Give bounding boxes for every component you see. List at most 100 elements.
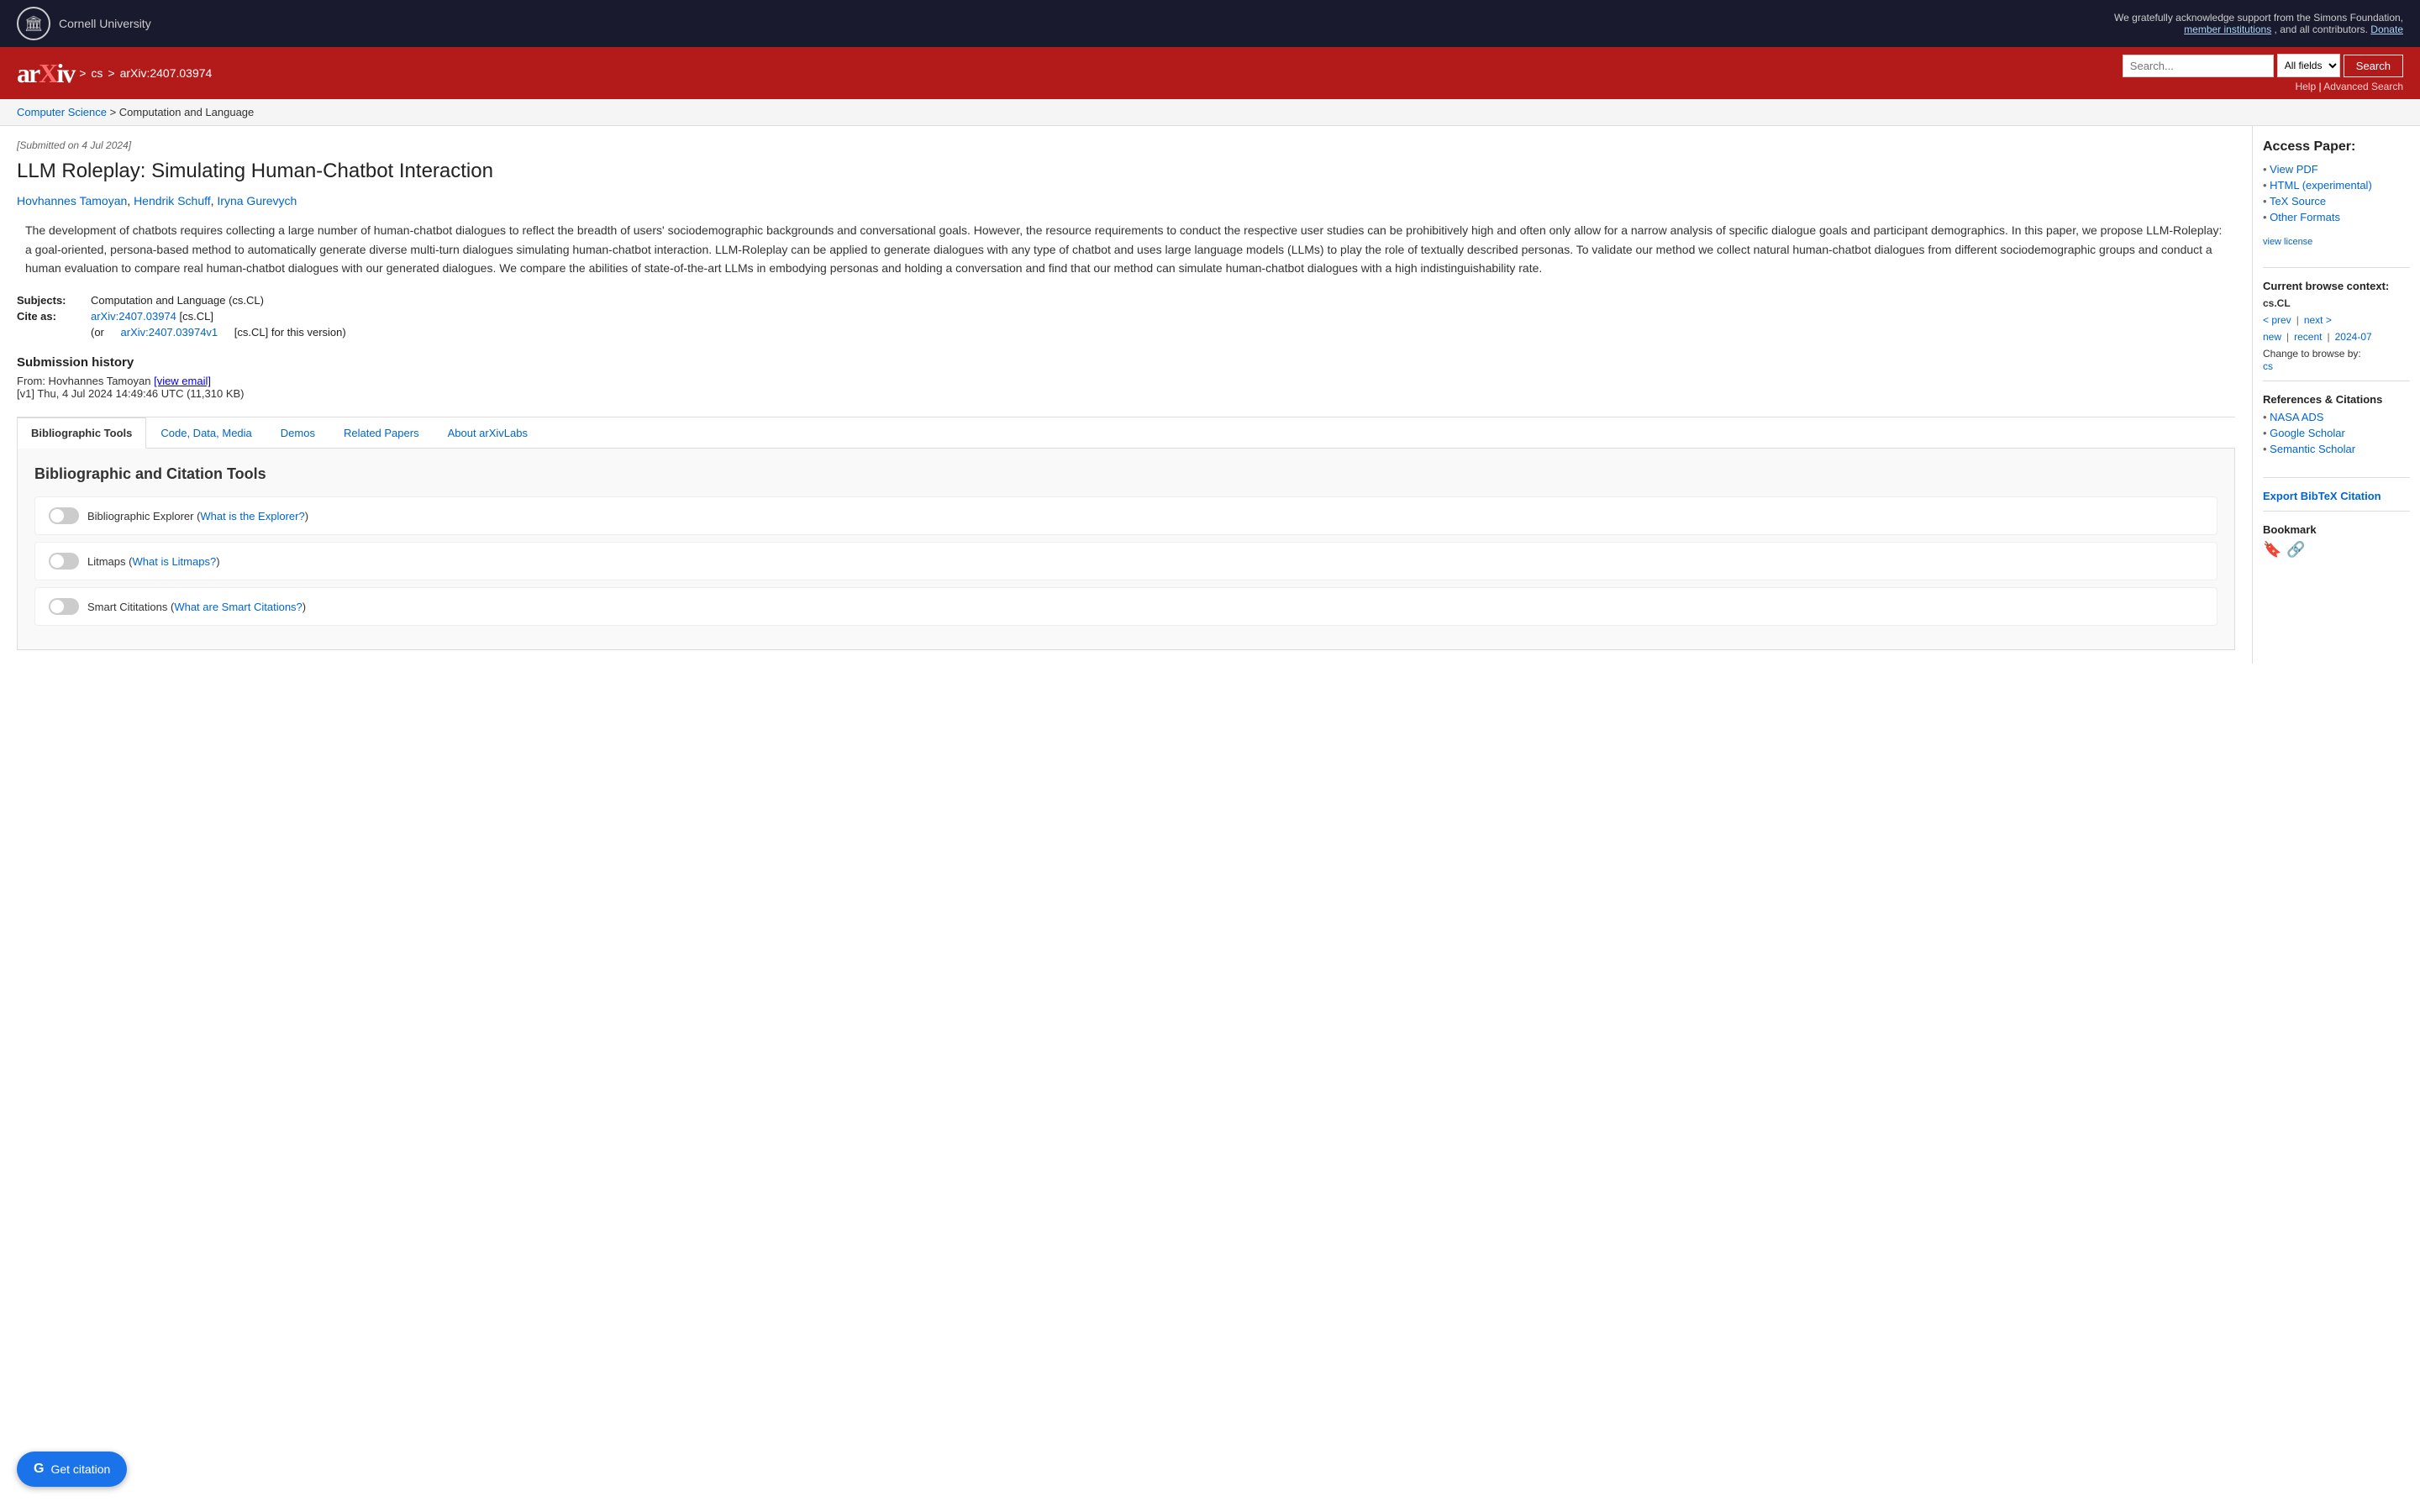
refs-citations-title: References & Citations — [2263, 393, 2410, 406]
header: arXiv > cs > arXiv:2407.03974 All fields… — [0, 47, 2420, 99]
abstract: The development of chatbots requires col… — [17, 221, 2235, 277]
subjects-row: Subjects: Computation and Language (cs.C… — [17, 294, 2235, 307]
cornell-logo-area: 🏛 Cornell University — [17, 7, 151, 40]
view-license-link[interactable]: view license — [2263, 237, 2410, 247]
tool-label-litmaps: Litmaps (What is Litmaps?) — [87, 555, 220, 568]
tab-demos[interactable]: Demos — [266, 417, 329, 448]
subjects-value: Computation and Language (cs.CL) — [91, 294, 264, 307]
donate-link[interactable]: Donate — [2370, 24, 2403, 35]
author-2[interactable]: Hendrik Schuff — [134, 194, 211, 207]
current-browse-title: Current browse context: — [2263, 280, 2410, 292]
tool-link-explorer[interactable]: What is the Explorer? — [200, 510, 304, 522]
tool-name-smart-citations: ititations — [128, 601, 168, 613]
tool-row-litmaps: Litmaps (What is Litmaps?) — [34, 542, 2217, 580]
view-pdf-link[interactable]: View PDF — [2270, 163, 2318, 176]
field-select[interactable]: All fields — [2277, 54, 2340, 77]
tab-about-arxivlabs[interactable]: About arXivLabs — [434, 417, 542, 448]
cite-as-id[interactable]: arXiv:2407.03974 — [91, 310, 176, 323]
toggle-litmaps[interactable] — [49, 553, 79, 570]
semantic-scholar-link[interactable]: Semantic Scholar — [2270, 443, 2355, 455]
submission-history-title: Submission history — [17, 355, 2235, 370]
cs-link[interactable]: cs — [2263, 360, 2273, 372]
nav-sep1: > — [79, 66, 86, 80]
bookmark-icon-1[interactable]: 🔖 — [2263, 541, 2281, 559]
pipe2: | — [2328, 331, 2330, 343]
support-text: We gratefully acknowledge support from t… — [2114, 12, 2403, 35]
html-experimental-link[interactable]: HTML (experimental) — [2270, 179, 2372, 192]
google-scholar-link[interactable]: Google Scholar — [2270, 427, 2345, 439]
author-1[interactable]: Hovhannes Tamoyan — [17, 194, 127, 207]
bookmark-icons: 🔖 🔗 — [2263, 541, 2410, 559]
refs-link-item-google: Google Scholar — [2263, 427, 2410, 439]
tab-content-bibliographic: Bibliographic and Citation Tools Bibliog… — [17, 449, 2235, 650]
support-prefix: We gratefully acknowledge support from t… — [2114, 12, 2403, 24]
cite-as-v1-link[interactable]: arXiv:2407.03974v1 — [121, 326, 218, 339]
toggle-smart-citations[interactable] — [49, 598, 79, 615]
cornell-logo-icon: 🏛 — [17, 7, 50, 40]
breadcrumb-sep: > — [110, 106, 119, 118]
tabs-bar: Bibliographic Tools Code, Data, Media De… — [17, 417, 2235, 449]
tool-label-smart-citations: Smart Cititations (What are Smart Citati… — [87, 601, 306, 613]
tool-row-bibliographic-explorer: Bibliographic Explorer (What is the Expl… — [34, 496, 2217, 535]
breadcrumb: Computer Science > Computation and Langu… — [0, 99, 2420, 126]
get-citation-label: Get citation — [50, 1462, 110, 1476]
help-link[interactable]: Help — [2295, 81, 2316, 92]
author-3[interactable]: Iryna Gurevych — [217, 194, 297, 207]
advanced-search-link[interactable]: Advanced Search — [2323, 81, 2403, 92]
tool-name-litmaps: Litmaps — [87, 555, 126, 568]
toggle-bibliographic-explorer[interactable] — [49, 507, 79, 524]
view-email-link[interactable]: [view email] — [154, 375, 211, 387]
tab-related-papers[interactable]: Related Papers — [329, 417, 434, 448]
nav-cs-link[interactable]: cs — [91, 66, 103, 80]
search-area: All fields Search Help | Advanced Search — [2123, 54, 2403, 92]
refs-link-item-nasa: NASA ADS — [2263, 411, 2410, 423]
subjects-label: Subjects: — [17, 294, 84, 307]
tool-link-litmaps[interactable]: What is Litmaps? — [132, 555, 216, 568]
toggle-slider-smart-citations — [49, 598, 79, 615]
change-browse-label: Change to browse by: — [2263, 348, 2410, 360]
support-and: , and all contributors. — [2275, 24, 2368, 35]
tool-link-smart-citations[interactable]: What are Smart Citations? — [174, 601, 302, 613]
new-link[interactable]: new — [2263, 331, 2281, 343]
breadcrumb-sub: Computation and Language — [119, 106, 254, 118]
access-link-item-html: HTML (experimental) — [2263, 179, 2410, 192]
paper-content: [Submitted on 4 Jul 2024] LLM Roleplay: … — [0, 126, 2252, 664]
get-citation-button[interactable]: G Get citation — [17, 1452, 127, 1487]
next-link[interactable]: next > — [2304, 314, 2332, 326]
bookmark-title: Bookmark — [2263, 523, 2410, 536]
tex-source-link[interactable]: TeX Source — [2270, 195, 2326, 207]
current-browse-context: cs.CL — [2263, 297, 2410, 309]
nav-arxiv-id: arXiv:2407.03974 — [120, 66, 213, 80]
refs-link-item-semantic: Semantic Scholar — [2263, 443, 2410, 455]
browse-nav: < prev | next > — [2263, 314, 2410, 326]
tabs-section: Bibliographic Tools Code, Data, Media De… — [17, 417, 2235, 650]
cite-as-content: arXiv:2407.03974 [cs.CL] — [91, 310, 213, 323]
nav-sep2: > — [108, 66, 114, 80]
search-row: All fields Search — [2123, 54, 2403, 77]
access-link-item-other: Other Formats — [2263, 211, 2410, 223]
toggle-slider-litmaps — [49, 553, 79, 570]
nasa-ads-link[interactable]: NASA ADS — [2270, 411, 2323, 423]
pipe1: | — [2286, 331, 2289, 343]
year-month-link[interactable]: 2024-07 — [2335, 331, 2372, 343]
breadcrumb-cs[interactable]: Computer Science — [17, 106, 107, 118]
authors: Hovhannes Tamoyan, Hendrik Schuff, Iryna… — [17, 194, 2235, 207]
recent-link[interactable]: recent — [2294, 331, 2322, 343]
tab-bibliographic-tools[interactable]: Bibliographic Tools — [17, 417, 146, 449]
get-citation-logo: G — [34, 1462, 44, 1477]
tool-label-explorer: Bibliographic Explorer (What is the Expl… — [87, 510, 308, 522]
cite-as-v1-suffix: [cs.CL] for this version) — [234, 326, 346, 339]
access-link-item-pdf: View PDF — [2263, 163, 2410, 176]
browse-nav2: new | recent | 2024-07 — [2263, 331, 2410, 343]
tab-code-data-media[interactable]: Code, Data, Media — [146, 417, 266, 448]
export-bibtex-link[interactable]: Export BibTeX Citation — [2263, 490, 2381, 502]
prev-link[interactable]: < prev — [2263, 314, 2291, 326]
cite-as-v1-row: (or arXiv:2407.03974v1 [cs.CL] for this … — [17, 326, 2235, 339]
search-button[interactable]: Search — [2344, 55, 2403, 77]
export-bibtex-section: Export BibTeX Citation — [2263, 490, 2410, 512]
member-institutions-link[interactable]: member institutions — [2184, 24, 2271, 35]
bookmark-icon-2[interactable]: 🔗 — [2286, 541, 2305, 559]
submitted-date: [Submitted on 4 Jul 2024] — [17, 139, 2235, 151]
other-formats-link[interactable]: Other Formats — [2270, 211, 2340, 223]
search-input[interactable] — [2123, 55, 2274, 77]
